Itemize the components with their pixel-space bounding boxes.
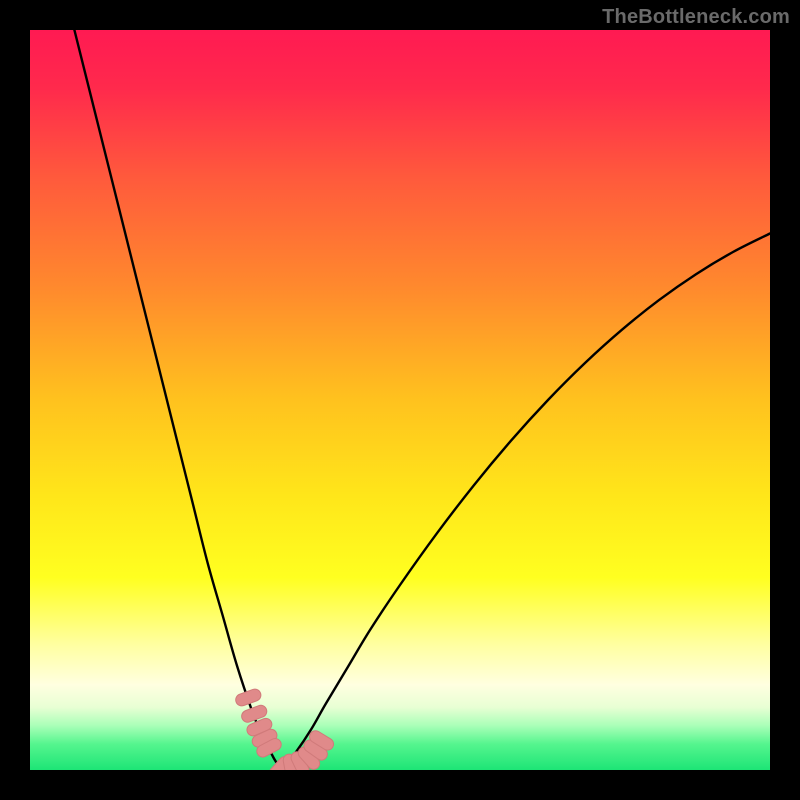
watermark-text: TheBottleneck.com xyxy=(602,6,790,29)
chart-container: TheBottleneck.com xyxy=(0,0,800,800)
gradient-background xyxy=(30,30,770,770)
bottleneck-curve-chart xyxy=(30,30,770,770)
plot-area xyxy=(30,30,770,770)
